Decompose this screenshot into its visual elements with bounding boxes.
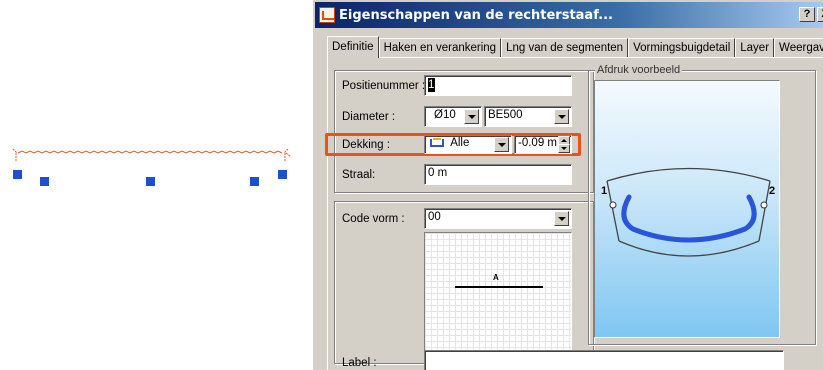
- print-preview-canvas: 1 2: [594, 80, 780, 338]
- grip-handle[interactable]: [278, 170, 287, 179]
- tab-panel-definitie: Positienummer : 1 Diameter : Ø10 BE500 D…: [325, 57, 823, 370]
- diameter-value: Ø10: [434, 109, 456, 121]
- straight-bar-shape: [455, 286, 543, 288]
- properties-dialog: Eigenschappen van de rechterstaaf... ? X…: [312, 0, 823, 370]
- straal-label: Straal:: [342, 169, 376, 181]
- chevron-down-icon[interactable]: [494, 137, 509, 152]
- close-button[interactable]: X: [817, 7, 823, 22]
- rebar-app-icon: [319, 7, 335, 23]
- end-label-2: 2: [769, 185, 776, 197]
- dekking-value: Alle: [450, 137, 470, 149]
- tab-weergave[interactable]: Weergave: [774, 38, 823, 58]
- positienummer-label: Positienummer :: [342, 80, 426, 92]
- diameter-label: Diameter :: [342, 111, 396, 123]
- tab-vormingsbuigdetail[interactable]: Vormingsbuigdetail: [628, 38, 736, 58]
- code-vorm-value: 00: [428, 211, 441, 223]
- spin-down-icon[interactable]: [558, 144, 570, 153]
- dekking-select[interactable]: Alle: [424, 135, 512, 154]
- rebar-hook-right: [283, 148, 291, 161]
- chevron-down-icon[interactable]: [464, 109, 479, 124]
- label-input[interactable]: [424, 350, 784, 370]
- grip-handle[interactable]: [13, 170, 22, 179]
- dekking-offset-input[interactable]: -0.09 m: [514, 135, 572, 154]
- cad-canvas[interactable]: [0, 0, 312, 370]
- grip-handle[interactable]: [40, 177, 49, 186]
- help-button[interactable]: ?: [799, 7, 815, 22]
- tab-strip: Definitie Haken en verankering Lng van d…: [327, 36, 823, 58]
- steel-grade-select[interactable]: BE500: [484, 106, 572, 127]
- tab-haken-en-verankering[interactable]: Haken en verankering: [378, 38, 502, 58]
- straal-input[interactable]: 0 m: [424, 164, 572, 185]
- dekking-label: Dekking :: [342, 139, 390, 151]
- dialog-titlebar[interactable]: Eigenschappen van de rechterstaaf... ? X: [315, 2, 823, 28]
- straal-value: 0 m: [428, 167, 448, 179]
- cover-icon: [430, 137, 444, 147]
- rebar-line[interactable]: [17, 150, 283, 154]
- end-label-1: 1: [601, 185, 608, 197]
- positienummer-value: 1: [428, 79, 435, 92]
- shape-preview: A: [424, 232, 572, 356]
- bent-bar-preview: [606, 167, 771, 257]
- tab-definitie[interactable]: Definitie: [327, 36, 379, 58]
- dialog-title: Eigenschappen van de rechterstaaf...: [339, 7, 613, 23]
- positienummer-input[interactable]: 1: [424, 75, 572, 96]
- cad-drawing: [12, 148, 291, 186]
- label-label: Label :: [342, 357, 377, 369]
- print-preview-legend: Afdruk voorbeeld: [595, 64, 683, 76]
- code-vorm-select[interactable]: 00: [424, 208, 572, 229]
- chevron-down-icon[interactable]: [554, 109, 569, 124]
- chevron-down-icon[interactable]: [554, 211, 569, 226]
- code-vorm-label: Code vorm :: [342, 213, 405, 225]
- tab-lng-van-de-segmenten[interactable]: Lng van de segmenten: [501, 38, 629, 58]
- grip-handle[interactable]: [146, 177, 155, 186]
- steel-grade-value: BE500: [488, 109, 523, 121]
- grip-handle[interactable]: [250, 177, 259, 186]
- dekking-offset-value: -0.09 m: [518, 137, 557, 149]
- rebar-hook-left: [12, 148, 18, 161]
- diameter-select[interactable]: Ø10: [424, 106, 482, 127]
- tab-layer[interactable]: Layer: [735, 38, 775, 58]
